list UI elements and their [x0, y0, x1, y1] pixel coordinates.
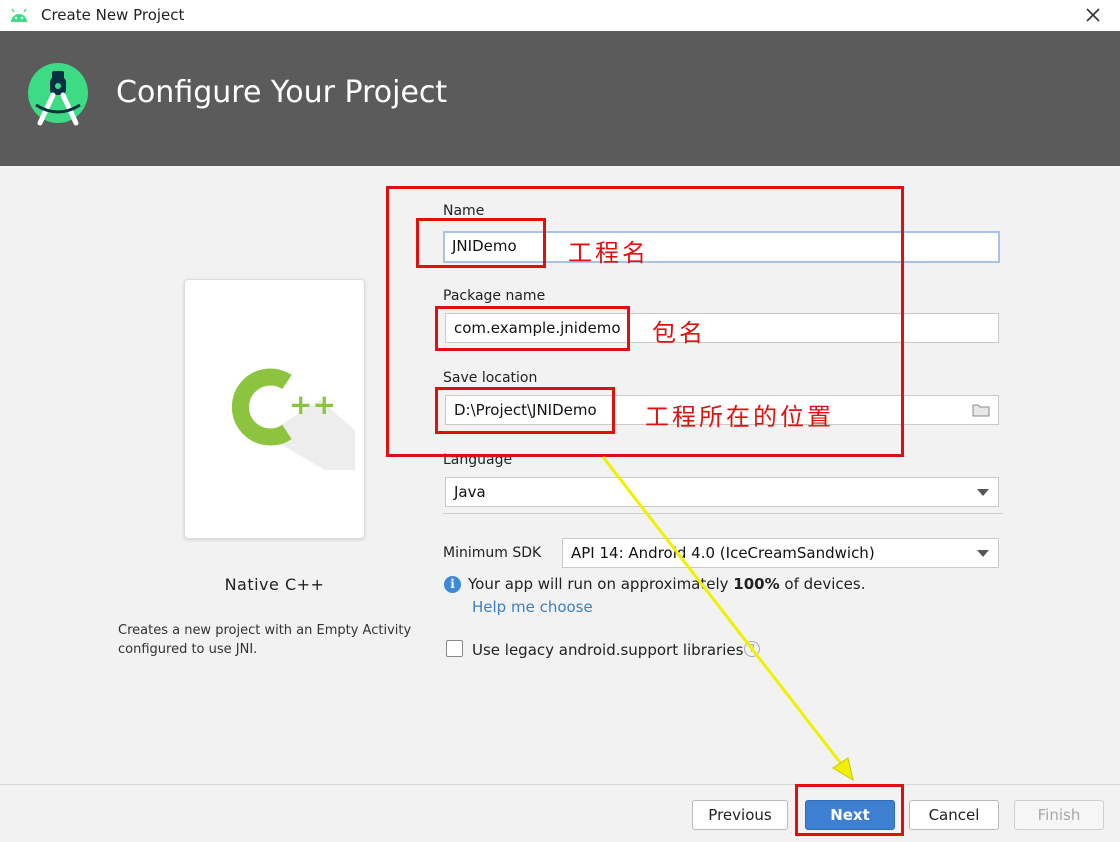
previous-button[interactable]: Previous: [692, 800, 788, 830]
template-card: ++: [184, 279, 365, 539]
info-text-post: of devices.: [779, 575, 866, 593]
minimum-sdk-select[interactable]: API 14: Android 4.0 (IceCreamSandwich): [562, 538, 999, 568]
language-select[interactable]: Java: [445, 477, 999, 507]
folder-icon[interactable]: [972, 403, 990, 417]
divider: [443, 513, 1003, 514]
title-bar: Create New Project: [0, 0, 1120, 31]
language-label: Language: [443, 452, 513, 468]
device-coverage-text: Your app will run on approximately 100% …: [468, 575, 866, 593]
cpp-icon: ++: [231, 368, 355, 470]
name-input[interactable]: JNIDemo: [443, 231, 1000, 263]
package-name-input[interactable]: com.example.jnidemo: [445, 313, 999, 343]
info-text-pre: Your app will run on approximately: [468, 575, 734, 593]
chevron-down-icon: [977, 489, 989, 496]
template-name: Native C++: [224, 575, 325, 594]
help-question-icon[interactable]: ?: [744, 641, 760, 657]
name-label: Name: [443, 203, 485, 219]
legacy-support-label[interactable]: Use legacy android.support libraries: [472, 641, 743, 659]
chevron-down-icon: [977, 550, 989, 557]
annotation-location-note: 工程所在的位置: [645, 403, 834, 431]
header-banner: Configure Your Project: [0, 31, 1120, 166]
android-icon: [11, 8, 27, 22]
page-heading: Configure Your Project: [116, 75, 448, 110]
template-description: Creates a new project with an Empty Acti…: [118, 621, 428, 659]
template-description-line: configured to use JNI.: [118, 642, 258, 657]
legacy-support-checkbox[interactable]: [446, 640, 463, 657]
template-description-line: Creates a new project with an Empty Acti…: [118, 623, 412, 638]
annotation-package-note: 包名: [652, 319, 706, 347]
footer-divider: [0, 784, 1120, 785]
help-me-choose-link[interactable]: Help me choose: [472, 598, 593, 616]
save-location-value: D:\Project\JNIDemo: [454, 401, 597, 419]
next-button[interactable]: Next: [805, 800, 895, 830]
coverage-percent: 100%: [733, 575, 780, 593]
finish-button: Finish: [1014, 800, 1104, 830]
save-location-label: Save location: [443, 370, 538, 386]
annotation-name-note: 工程名: [568, 239, 649, 267]
info-icon: i: [444, 576, 461, 593]
svg-text:++: ++: [289, 388, 336, 421]
package-name-label: Package name: [443, 288, 546, 304]
cancel-button[interactable]: Cancel: [909, 800, 999, 830]
minimum-sdk-label: Minimum SDK: [443, 545, 542, 561]
language-value: Java: [454, 483, 486, 501]
android-studio-logo-icon: [28, 63, 88, 126]
minimum-sdk-value: API 14: Android 4.0 (IceCreamSandwich): [571, 544, 875, 562]
close-icon[interactable]: [1082, 4, 1104, 26]
window-title: Create New Project: [41, 6, 185, 24]
